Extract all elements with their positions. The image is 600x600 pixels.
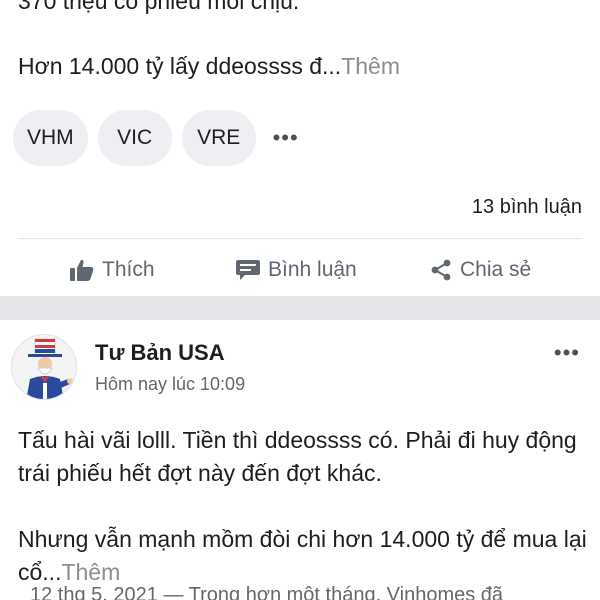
post-1-cut-text: 370 triệu cổ phiếu mỗi chịu. <box>18 0 300 14</box>
comment-bubble-icon <box>236 260 260 280</box>
divider <box>18 238 582 239</box>
tag-vre[interactable]: VRE <box>181 110 256 166</box>
see-more-link-2[interactable]: Thêm <box>61 559 120 585</box>
share-label: Chia sẻ <box>460 258 532 281</box>
see-more-link[interactable]: Thêm <box>341 53 400 79</box>
post-2-paragraph-1: Tấu hài vãi lolll. Tiền thì ddeossss có.… <box>18 427 577 486</box>
post-options-icon[interactable]: ••• <box>554 340 580 366</box>
share-icon <box>431 259 451 281</box>
feed-separator <box>0 296 600 320</box>
like-label: Thích <box>102 258 155 281</box>
post-2: Tư Bản USA Hôm nay lúc 10:09 ••• Tấu hài… <box>0 320 600 600</box>
comment-label: Bình luận <box>268 258 357 281</box>
cut-off-preview-text: 12 thg 5, 2021 — Trong hơn một tháng, Vi… <box>30 584 504 600</box>
post-2-paragraph-2-wrapper: Nhưng vẫn mạnh mồm đòi chi hơn 14.000 tỷ… <box>18 523 588 589</box>
author-avatar[interactable] <box>11 334 77 400</box>
share-button[interactable]: Chia sẻ <box>430 248 531 292</box>
tags-more-icon[interactable]: ••• <box>266 110 306 166</box>
uncle-sam-avatar-icon <box>12 335 76 399</box>
action-bar: Thích Bình luận Chia sẻ <box>0 248 600 292</box>
tag-vic[interactable]: VIC <box>97 110 172 166</box>
post-timestamp[interactable]: Hôm nay lúc 10:09 <box>95 374 245 395</box>
like-button[interactable]: Thích <box>70 248 155 292</box>
comment-button[interactable]: Bình luận <box>236 248 357 292</box>
thumbs-up-icon <box>70 259 94 281</box>
comment-count[interactable]: 13 bình luận <box>472 196 582 219</box>
ticker-tags: VHM VIC VRE ••• <box>13 110 306 166</box>
tag-vhm[interactable]: VHM <box>13 110 88 166</box>
post-1: 370 triệu cổ phiếu mỗi chịu. Hơn 14.000 … <box>0 0 600 296</box>
post-1-body: Hơn 14.000 tỷ lấy ddeossss đ... <box>18 53 342 79</box>
post-2-text: Tấu hài vãi lolll. Tiền thì ddeossss có.… <box>18 424 588 589</box>
post-1-text: Hơn 14.000 tỷ lấy ddeossss đ...Thêm <box>18 53 400 80</box>
author-name[interactable]: Tư Bản USA <box>95 340 225 366</box>
